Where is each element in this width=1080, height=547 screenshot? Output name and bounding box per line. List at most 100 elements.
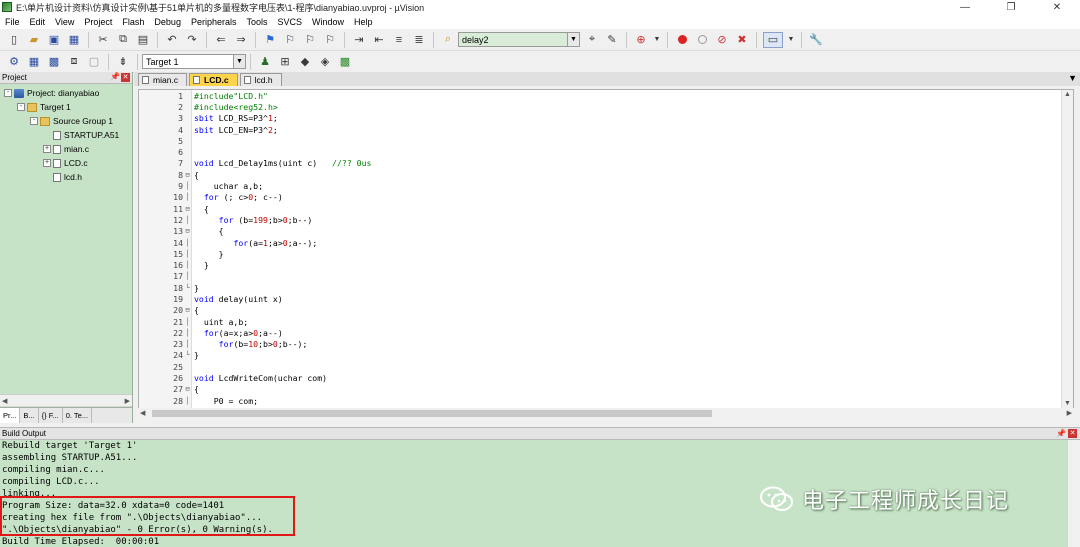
- paste-icon[interactable]: ▤: [135, 32, 151, 48]
- tab-books[interactable]: B...: [20, 408, 39, 423]
- editor-hscrollbar[interactable]: ◀ ▶: [138, 408, 1074, 419]
- restore-button[interactable]: ❐: [988, 0, 1034, 14]
- find-in-files-icon[interactable]: ⌕: [440, 32, 456, 48]
- code-line[interactable]: 14 │ for(a=1;a>0;a--);: [139, 237, 1073, 248]
- code-line[interactable]: 27 ⊟{: [139, 384, 1073, 395]
- code-line[interactable]: 13 ⊟ {: [139, 226, 1073, 237]
- code-line[interactable]: 16 │ }: [139, 259, 1073, 270]
- tree-item[interactable]: lcd.h: [0, 170, 132, 184]
- code-line[interactable]: 2 #include<reg52.h>: [139, 101, 1073, 112]
- debug-start-icon[interactable]: ⊕: [633, 32, 649, 48]
- collapse-icon[interactable]: -: [30, 117, 38, 125]
- build-icon[interactable]: ▦: [26, 54, 42, 70]
- code-line[interactable]: 8 ⊟{: [139, 169, 1073, 180]
- scroll-down-icon[interactable]: ▼: [1064, 400, 1071, 407]
- scroll-left-icon[interactable]: ◀: [140, 409, 145, 417]
- code-line[interactable]: 5: [139, 135, 1073, 146]
- breakpoint-kill-all-icon[interactable]: ✖: [734, 32, 750, 48]
- tree-item[interactable]: + LCD.c: [0, 156, 132, 170]
- uncomment-icon[interactable]: ≣: [411, 32, 427, 48]
- collapse-icon[interactable]: -: [4, 89, 12, 97]
- file-extensions-icon[interactable]: ⊞: [277, 54, 293, 70]
- menu-project[interactable]: Project: [79, 17, 117, 27]
- code-line[interactable]: 24 └}: [139, 350, 1073, 361]
- code-line[interactable]: 3 sbit LCD_RS=P3^1;: [139, 113, 1073, 124]
- tree-item[interactable]: STARTUP.A51: [0, 128, 132, 142]
- code-line[interactable]: 23 │ for(b=10;b>0;b--);: [139, 339, 1073, 350]
- target-select[interactable]: Target 1 ▼: [142, 54, 246, 69]
- menu-view[interactable]: View: [50, 17, 79, 27]
- breakpoint-disable-all-icon[interactable]: ⊘: [714, 32, 730, 48]
- code-line[interactable]: 22 │ for(a=x;a>0;a--): [139, 327, 1073, 338]
- scroll-up-icon[interactable]: ▲: [1064, 91, 1071, 98]
- tree-item[interactable]: + mian.c: [0, 142, 132, 156]
- scroll-right-icon[interactable]: ▶: [125, 397, 130, 405]
- code-line[interactable]: 18 └}: [139, 282, 1073, 293]
- bookmark-prev-icon[interactable]: ⚐: [282, 32, 298, 48]
- tab-project[interactable]: Pr...: [0, 408, 21, 423]
- bookmark-next-icon[interactable]: ⚐: [302, 32, 318, 48]
- code-line[interactable]: 25: [139, 361, 1073, 372]
- code-editor[interactable]: 1 #include"LCD.h" 2 #include<reg52.h> 3 sbit …: [138, 89, 1074, 409]
- manage-components-icon[interactable]: ◆: [297, 54, 313, 70]
- fold-toggle-icon[interactable]: ⊟: [183, 385, 192, 393]
- code-line[interactable]: 4 sbit LCD_EN=P3^2;: [139, 124, 1073, 135]
- find-combo[interactable]: delay2 ▼: [458, 32, 580, 47]
- chevron-down-icon[interactable]: ▼: [653, 32, 661, 48]
- build-output-vscrollbar[interactable]: [1068, 440, 1080, 547]
- tree-item[interactable]: - Target 1: [0, 100, 132, 114]
- menu-help[interactable]: Help: [349, 17, 378, 27]
- breakpoint-insert-icon[interactable]: [674, 32, 690, 48]
- menu-flash[interactable]: Flash: [117, 17, 149, 27]
- pack-installer-icon[interactable]: ◈: [317, 54, 333, 70]
- tab-list-icon[interactable]: ▼: [1068, 73, 1077, 83]
- pin-icon[interactable]: 📌: [110, 72, 120, 81]
- tab-templates[interactable]: 0. Te...: [63, 408, 93, 423]
- bookmark-clear-icon[interactable]: ⚐: [322, 32, 338, 48]
- collapse-icon[interactable]: -: [17, 103, 25, 111]
- new-file-icon[interactable]: ▯: [6, 32, 22, 48]
- tree-item[interactable]: - Source Group 1: [0, 114, 132, 128]
- tab-mian-c[interactable]: mian.c: [138, 73, 188, 86]
- nav-back-icon[interactable]: ⇐: [213, 32, 229, 48]
- unindent-icon[interactable]: ⇤: [371, 32, 387, 48]
- tree-item[interactable]: - Project: dianyabiao: [0, 86, 132, 100]
- bookmark-icon[interactable]: ⚑: [262, 32, 278, 48]
- fold-toggle-icon[interactable]: ⊟: [183, 171, 192, 179]
- code-line[interactable]: 21 │ uint a,b;: [139, 316, 1073, 327]
- chevron-down-icon[interactable]: ▼: [787, 32, 795, 48]
- menu-debug[interactable]: Debug: [149, 17, 186, 27]
- fold-toggle-icon[interactable]: ⊟: [183, 227, 192, 235]
- code-line[interactable]: 10 │ for (; c>0; c--): [139, 192, 1073, 203]
- scroll-left-icon[interactable]: ◀: [2, 397, 7, 405]
- window-layout-icon[interactable]: ▭: [763, 31, 783, 48]
- breakpoint-enable-icon[interactable]: [694, 32, 710, 48]
- open-folder-icon[interactable]: ▰: [26, 32, 42, 48]
- code-line[interactable]: 20 ⊟{: [139, 305, 1073, 316]
- chevron-down-icon[interactable]: ▼: [567, 33, 579, 46]
- code-line[interactable]: 15 │ }: [139, 248, 1073, 259]
- undo-icon[interactable]: ↶: [164, 32, 180, 48]
- incremental-find-icon[interactable]: ✎: [604, 32, 620, 48]
- fold-toggle-icon[interactable]: ⊟: [183, 306, 192, 314]
- redo-icon[interactable]: ↷: [184, 32, 200, 48]
- menu-svcs[interactable]: SVCS: [273, 17, 308, 27]
- code-line[interactable]: 1 #include"LCD.h": [139, 90, 1073, 101]
- editor-vscrollbar[interactable]: ▲ ▼: [1061, 90, 1073, 408]
- expand-icon[interactable]: +: [43, 145, 51, 153]
- menu-window[interactable]: Window: [307, 17, 349, 27]
- minimize-button[interactable]: —: [942, 0, 988, 14]
- stop-build-icon[interactable]: ▢: [86, 54, 102, 70]
- copy-icon[interactable]: ⧉: [115, 32, 131, 48]
- code-line[interactable]: 11 ⊟ {: [139, 203, 1073, 214]
- configure-icon[interactable]: 🔧: [808, 32, 824, 48]
- expand-icon[interactable]: +: [43, 159, 51, 167]
- tab-lcd-c[interactable]: LCD.c: [189, 73, 238, 86]
- code-line[interactable]: 6: [139, 146, 1073, 157]
- code-line[interactable]: 7 void Lcd_Delay1ms(uint c) //?? 0us: [139, 158, 1073, 169]
- download-icon[interactable]: ⇟: [115, 54, 131, 70]
- pin-icon[interactable]: 📌: [1056, 429, 1066, 438]
- close-icon[interactable]: ✕: [121, 73, 130, 82]
- code-line[interactable]: 9 │ uchar a,b;: [139, 180, 1073, 191]
- scroll-right-icon[interactable]: ▶: [1067, 409, 1072, 417]
